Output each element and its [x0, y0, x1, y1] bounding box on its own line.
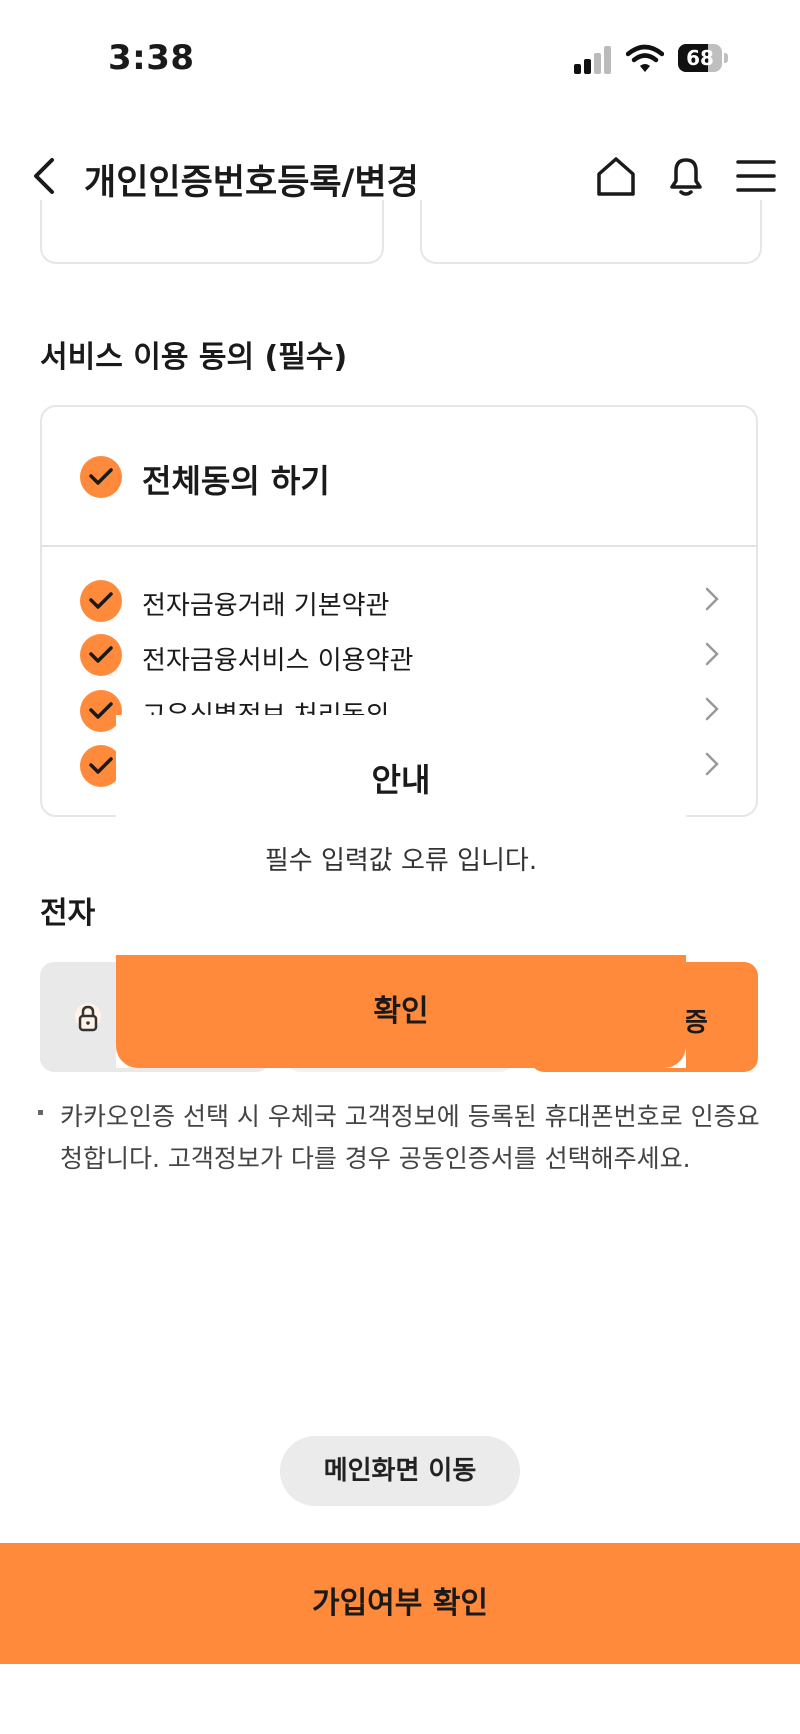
agree-all-label[interactable]: 전체동의 하기: [142, 456, 330, 502]
join-check-button[interactable]: 가입여부 확인: [0, 1543, 800, 1664]
menu-icon[interactable]: [734, 154, 778, 198]
chevron-right-icon[interactable]: [704, 751, 720, 777]
wifi-icon: [625, 44, 665, 74]
agreement-section-title: 서비스 이용 동의 (필수): [40, 340, 348, 375]
status-time: 3:38: [108, 38, 195, 78]
modal-title: 안내: [371, 761, 431, 799]
chevron-right-icon[interactable]: [704, 641, 720, 667]
auth-section-title: 전자: [40, 896, 96, 931]
agreement-item-label[interactable]: 전자금융거래 기본약관: [142, 585, 389, 622]
alert-modal: 안내 필수 입력값 오류 입니다. 확인: [116, 715, 686, 1068]
check-icon[interactable]: [80, 580, 122, 622]
check-icon[interactable]: [80, 634, 122, 676]
lock-icon: [74, 1002, 102, 1038]
chevron-right-icon[interactable]: [704, 696, 720, 722]
option-card[interactable]: [40, 200, 384, 264]
agreement-item-label[interactable]: 전자금융서비스 이용약관: [142, 640, 413, 677]
check-all-icon[interactable]: [80, 456, 122, 498]
battery-level: 68: [686, 46, 714, 70]
modal-confirm-button[interactable]: 확인: [116, 955, 686, 1068]
page-title: 개인인증번호등록/변경: [84, 163, 419, 203]
divider: [40, 545, 758, 547]
battery-icon: 68: [678, 44, 730, 74]
main-screen-button[interactable]: 메인화면 이동: [280, 1436, 520, 1506]
chevron-right-icon[interactable]: [704, 586, 720, 612]
notice-text: 카카오인증 선택 시 우체국 고객정보에 등록된 휴대폰번호로 인증요청합니다.…: [60, 1102, 760, 1173]
back-arrow-icon[interactable]: [30, 156, 60, 196]
bell-icon[interactable]: [664, 154, 708, 198]
note-bullet: [38, 1110, 43, 1115]
cellular-signal-icon: [574, 46, 614, 74]
modal-message: 필수 입력값 오류 입니다.: [264, 846, 538, 876]
home-icon[interactable]: [594, 154, 638, 198]
option-card[interactable]: [420, 200, 762, 264]
